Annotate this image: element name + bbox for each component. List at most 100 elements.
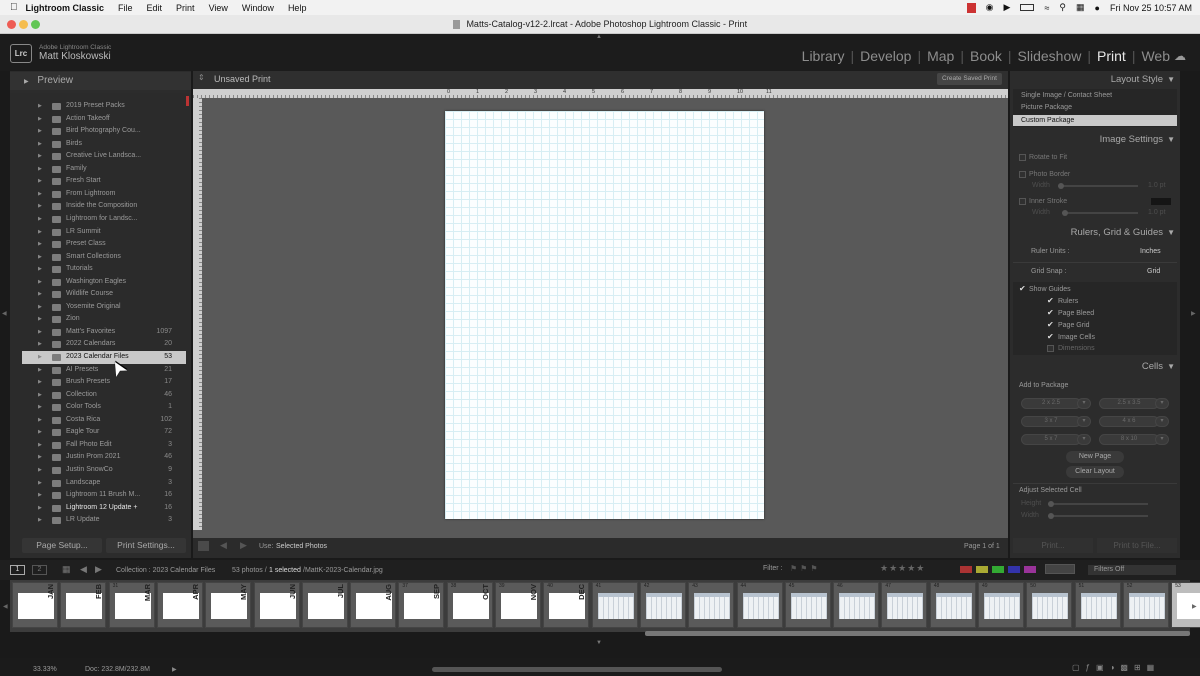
expand-triangle-icon[interactable]: ▶: [38, 326, 42, 339]
print-button[interactable]: Print...: [1013, 538, 1093, 553]
collection-item[interactable]: ▶ Justin SnowCo 9: [22, 464, 186, 477]
collection-item[interactable]: ▶ Wildlife Course: [22, 288, 186, 301]
expand-triangle-icon[interactable]: ▶: [38, 426, 42, 439]
battery-icon[interactable]: [1020, 4, 1035, 11]
expand-triangle-icon[interactable]: ▶: [38, 489, 42, 502]
cells-header[interactable]: Cells ▼: [1011, 358, 1179, 376]
rulers-checkbox[interactable]: ✔: [1047, 296, 1054, 305]
status-arrow-icon[interactable]: ▶: [172, 666, 177, 673]
search-icon[interactable]: ⚲: [1059, 2, 1066, 13]
status-tool-icons[interactable]: ▢ƒ▣◑▩⊞▦: [1072, 663, 1160, 672]
collection-item[interactable]: ▶ Bird Photography Cou...: [22, 125, 186, 138]
top-panel-toggle-icon[interactable]: ▲: [596, 34, 602, 40]
star-filter-icons[interactable]: ★★★★★: [880, 563, 925, 574]
expand-triangle-icon[interactable]: ▶: [38, 514, 42, 527]
collection-item[interactable]: ▶ Creative Live Landsca...: [22, 150, 186, 163]
filmstrip-thumbnail[interactable]: 49: [978, 582, 1024, 628]
cell-size-button[interactable]: 4 x 6: [1099, 416, 1159, 427]
expand-triangle-icon[interactable]: ▶: [38, 163, 42, 176]
image-settings-header[interactable]: Image Settings ▼: [1011, 131, 1179, 149]
expand-triangle-icon[interactable]: ▶: [38, 125, 42, 138]
photo-border-checkbox[interactable]: [1019, 171, 1026, 178]
collection-item[interactable]: ▶ Costa Rica 102: [22, 414, 186, 427]
expand-triangle-icon[interactable]: ▶: [38, 100, 42, 113]
cc-icon[interactable]: ◉: [986, 2, 994, 13]
filmstrip-left-arrow-icon[interactable]: ◀: [3, 603, 8, 610]
slider-thumb[interactable]: [1048, 513, 1054, 519]
collection-item[interactable]: ▶ Eagle Tour 72: [22, 426, 186, 439]
menu-view[interactable]: View: [209, 3, 228, 13]
expand-triangle-icon[interactable]: ▶: [38, 213, 42, 226]
layout-custom-package[interactable]: Custom Package: [1021, 117, 1074, 124]
filters-off-dropdown[interactable]: Filters Off: [1088, 565, 1176, 575]
collection-item[interactable]: ▶ 2019 Preset Packs: [22, 100, 186, 113]
collection-item[interactable]: ▶ Tutorials: [22, 263, 186, 276]
filmstrip-thumbnail[interactable]: 45: [784, 582, 831, 628]
module-slideshow[interactable]: Slideshow: [1018, 48, 1082, 64]
prev-page-icon[interactable]: ▶: [240, 540, 247, 551]
filmstrip-thumbnail[interactable]: 52: [1122, 582, 1169, 628]
page-grid-checkbox[interactable]: ✔: [1047, 320, 1054, 329]
filmstrip-thumbnail[interactable]: 31 MAR: [108, 582, 155, 628]
back-arrow-icon[interactable]: ◀: [80, 564, 87, 575]
filmstrip-thumbnail[interactable]: 47: [881, 582, 928, 628]
cell-size-dropdown[interactable]: ▾: [1077, 434, 1091, 445]
expand-triangle-icon[interactable]: ▶: [38, 188, 42, 201]
cell-size-button[interactable]: 2.5 x 3.5: [1099, 398, 1159, 409]
status-scrollbar[interactable]: [432, 667, 722, 672]
filmstrip-thumbnail[interactable]: 40 DEC: [543, 582, 590, 628]
print-menu-icon[interactable]: ⇕: [198, 73, 205, 82]
expand-triangle-icon[interactable]: ▶: [38, 113, 42, 126]
collection-item[interactable]: ▶ Inside the Composition: [22, 200, 186, 213]
collection-item[interactable]: ▶ Washington Eagles: [22, 276, 186, 289]
layout-single-image[interactable]: Single Image / Contact Sheet: [1021, 92, 1112, 99]
preview-panel-header[interactable]: ▶ Preview: [10, 72, 191, 90]
close-window-button[interactable]: [7, 20, 16, 29]
module-print[interactable]: Print: [1097, 48, 1126, 64]
collection-item[interactable]: ▶ Yosemite Original: [22, 301, 186, 314]
slider-thumb[interactable]: [1062, 210, 1068, 216]
flag-filter-icons[interactable]: ⚑⚑⚑: [790, 564, 821, 573]
filmstrip-thumbnail[interactable]: 50: [1026, 582, 1073, 628]
cell-size-button[interactable]: 5 x 7: [1021, 434, 1081, 445]
filmstrip-right-arrow-icon[interactable]: ▶: [1192, 603, 1197, 610]
expand-triangle-icon[interactable]: ▶: [38, 138, 42, 151]
cell-size-dropdown[interactable]: ▾: [1077, 398, 1091, 409]
cell-width-slider[interactable]: [1048, 515, 1148, 517]
bottom-panel-toggle-icon[interactable]: ▼: [596, 640, 602, 646]
expand-triangle-icon[interactable]: ▶: [38, 226, 42, 239]
slider-thumb[interactable]: [1058, 183, 1064, 189]
collection-item[interactable]: ▶ 2023 Calendar Files 53: [22, 351, 186, 364]
collection-item[interactable]: ▶ Fresh Start: [22, 175, 186, 188]
expand-triangle-icon[interactable]: ▶: [38, 301, 42, 314]
expand-triangle-icon[interactable]: ▶: [38, 364, 42, 377]
stop-icon[interactable]: [198, 541, 209, 551]
expand-triangle-icon[interactable]: ▶: [38, 477, 42, 490]
cell-size-dropdown[interactable]: ▾: [1155, 398, 1169, 409]
siri-icon[interactable]: ●: [1095, 3, 1100, 13]
menu-help[interactable]: Help: [288, 3, 307, 13]
clear-layout-button[interactable]: Clear Layout: [1066, 466, 1124, 478]
collection-item[interactable]: ▶ Family: [22, 163, 186, 176]
rotate-to-fit-checkbox[interactable]: [1019, 154, 1026, 161]
forward-arrow-icon[interactable]: ▶: [95, 564, 102, 575]
filmstrip-thumbnail[interactable]: 38 OCT: [446, 582, 493, 628]
expand-triangle-icon[interactable]: ▶: [38, 288, 42, 301]
collection-item[interactable]: ▶ Lightroom for Landsc...: [22, 213, 186, 226]
cell-size-button[interactable]: 2 x 2.5: [1021, 398, 1081, 409]
module-library[interactable]: Library: [802, 48, 845, 64]
expand-triangle-icon[interactable]: ▶: [38, 313, 42, 326]
cell-size-button[interactable]: 3 x 7: [1021, 416, 1081, 427]
filmstrip-thumbnail[interactable]: JUN: [253, 582, 300, 628]
filmstrip-thumbnail[interactable]: 37 SEP: [398, 582, 445, 628]
use-dropdown[interactable]: Selected Photos: [276, 543, 327, 550]
expand-triangle-icon[interactable]: ▶: [38, 238, 42, 251]
wifi-icon[interactable]: ≈: [1044, 3, 1049, 13]
expand-triangle-icon[interactable]: ▶: [38, 451, 42, 464]
menu-window[interactable]: Window: [242, 3, 274, 13]
expand-triangle-icon[interactable]: ▶: [38, 251, 42, 264]
grid-snap-dropdown[interactable]: Grid: [1147, 268, 1160, 275]
filmstrip-thumbnail[interactable]: 43: [688, 582, 735, 628]
print-page[interactable]: [445, 111, 764, 519]
collection-item[interactable]: ▶ Justin Prom 2021 46: [22, 451, 186, 464]
